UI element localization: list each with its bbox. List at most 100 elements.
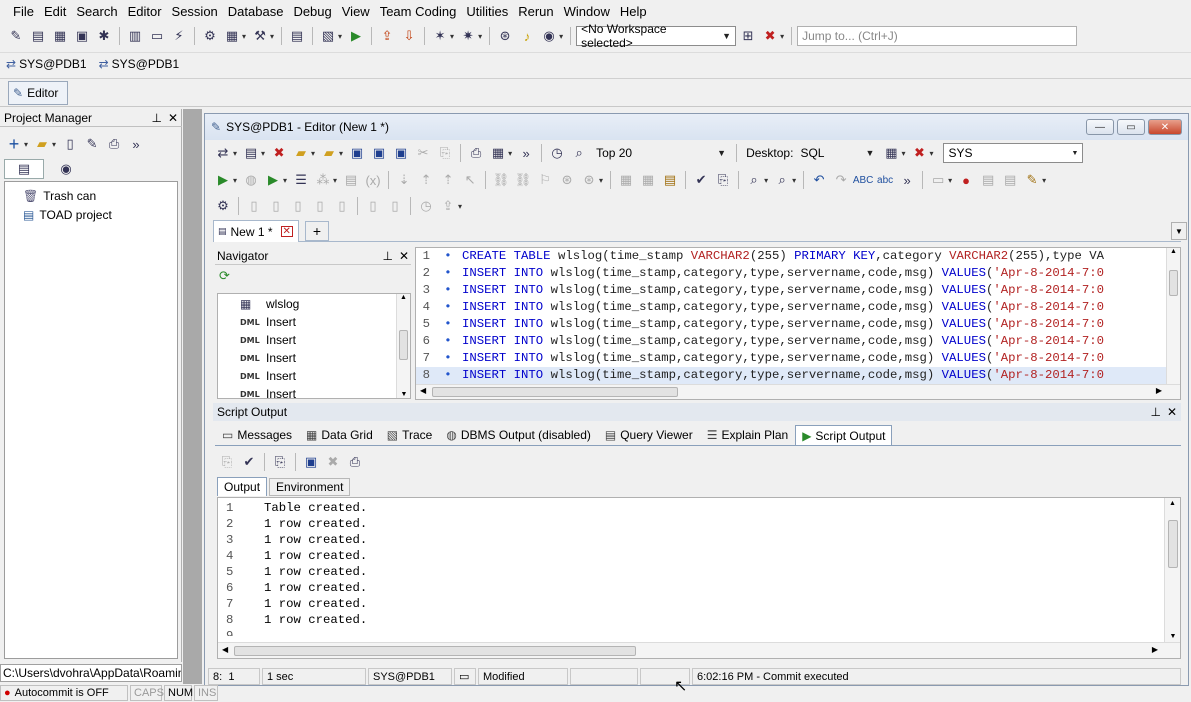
clear-icon[interactable]: ✖ [323,452,343,472]
tree-item-toad-project[interactable]: ▤ TOAD project [5,205,177,224]
tools-icon[interactable]: ⚒ [250,26,270,46]
workspace-save-icon[interactable]: ⊞ [738,26,758,46]
run-icon[interactable]: ▶ [346,26,366,46]
new-tab-button[interactable]: + [305,221,329,241]
close-window-button[interactable]: ✕ [1148,119,1182,135]
history-icon[interactable]: ◷ [547,143,567,163]
panel-splitter[interactable] [183,109,202,684]
editor-window-tab[interactable]: ✎ Editor [8,81,68,105]
subtab-environment[interactable]: Environment [269,478,351,496]
doc-link-icon[interactable]: ▯ [310,196,330,216]
connection-tab[interactable]: ⇄ SYS@PDB1 [6,57,87,71]
edit-icon[interactable]: ✎ [82,134,102,154]
cut-icon[interactable]: ✂ [413,143,433,163]
save-as-icon[interactable]: ▣ [369,143,389,163]
pin-icon[interactable]: ⊥ [151,111,161,125]
menu-window[interactable]: Window [559,4,615,19]
network-icon[interactable]: ⊛ [495,26,515,46]
export-icon[interactable]: ⇪ [377,26,397,46]
execute-statement-icon[interactable]: ▶ [213,170,233,190]
uppercase-icon[interactable]: ABC [853,170,874,190]
window-icon[interactable]: ▭ [147,26,167,46]
editor-vertical-scrollbar[interactable]: ▲ [1166,248,1180,384]
open-folder-icon[interactable]: ▰ [32,134,52,154]
output-tab-explain-plan[interactable]: ☰ Explain Plan [700,425,795,445]
step-into-icon[interactable]: ⇡ [416,170,436,190]
connect-icon[interactable]: ⚙ [200,26,220,46]
report-icon[interactable]: ▤ [287,26,307,46]
format-icon[interactable]: ☰ [291,170,311,190]
menu-edit[interactable]: Edit [39,4,71,19]
settings-icon[interactable]: ⚙ [213,196,233,216]
doc-edit-icon[interactable]: ▯ [332,196,352,216]
doc-merge-icon[interactable]: ▯ [363,196,383,216]
comment-icon[interactable]: ▭ [928,170,948,190]
tab-list-button[interactable]: ▼ [1171,222,1187,240]
print-icon[interactable]: ⎙ [466,143,486,163]
unlink-icon[interactable]: ⛓ [513,170,533,190]
menu-editor[interactable]: Editor [123,4,167,19]
lightning-icon[interactable]: ⚡ [169,26,189,46]
close-tab-icon[interactable]: ✕ [280,226,293,237]
sql-editor[interactable]: 1 • CREATE TABLE wlslog(time_stamp VARCHAR… [415,247,1181,400]
menu-debug[interactable]: Debug [288,4,336,19]
output-tab-trace[interactable]: ▧ Trace [380,425,440,445]
open-recent-icon[interactable]: ▰ [319,143,339,163]
group-off-icon[interactable]: ⊛ [579,170,599,190]
menu-rerun[interactable]: Rerun [513,4,558,19]
output-tab-query-viewer[interactable]: ▤ Query Viewer [598,425,700,445]
project-view-tab-files[interactable]: ▤ [4,159,44,179]
lowercase-icon[interactable]: abc [875,170,895,190]
schema-select[interactable]: SYS ▼ [943,143,1084,163]
close-icon[interactable]: ✕ [1167,405,1177,419]
more-icon[interactable]: » [516,143,536,163]
clipboard-icon[interactable]: ▤ [660,170,680,190]
autocommit-indicator[interactable]: ● Autocommit is OFF [0,685,128,701]
sql-icon[interactable]: ▤ [341,170,361,190]
more-icon[interactable]: » [897,170,917,190]
print-icon[interactable]: ⎙ [104,134,124,154]
execute-script-icon[interactable]: ▶ [263,170,283,190]
output-tab-messages[interactable]: ▭ Messages [215,425,299,445]
doc-split-icon[interactable]: ▯ [385,196,405,216]
maximize-button[interactable]: ▭ [1117,119,1145,135]
record-icon[interactable]: ● [956,170,976,190]
navigator-item[interactable]: DML Insert [218,331,410,349]
macro-icon[interactable]: ▤ [978,170,998,190]
step-over-icon[interactable]: ⇡ [438,170,458,190]
sql-icon[interactable]: ▦ [50,26,70,46]
copy-grid-icon[interactable]: ⎘ [270,452,290,472]
history-icon[interactable]: ◷ [416,196,436,216]
workspace-select[interactable]: <No Workspace selected> ▼ [576,22,737,50]
save-icon[interactable]: ▣ [347,143,367,163]
pin-icon[interactable]: ⊥ [1150,405,1160,419]
project-view-tab-database[interactable]: ◉ [46,159,86,179]
output-horizontal-scrollbar[interactable]: ◀ ▶ [218,642,1180,658]
binoculars-icon[interactable]: ⌕ [744,170,764,190]
desktop-select[interactable]: SQL ▼ [795,143,879,163]
macro-edit-icon[interactable]: ▤ [1000,170,1020,190]
chart-icon[interactable]: ▣ [72,26,92,46]
watch-icon[interactable]: ⚐ [535,170,555,190]
navigator-item[interactable]: DML Insert [218,367,410,385]
top-n-select[interactable]: Top 20 ▼ [591,143,731,163]
step-icon[interactable]: ⇣ [394,170,414,190]
options-icon[interactable]: ▦ [488,143,508,163]
checklist-icon[interactable]: ✔ [239,452,259,472]
jump-to-input[interactable]: Jump to... (Ctrl+J) [797,26,1078,46]
editor-horizontal-scrollbar[interactable]: ◀ ▶ [416,384,1180,399]
copy-icon[interactable]: ⎘ [217,452,237,472]
copy-grid-icon[interactable]: ⎘ [713,170,733,190]
doc-compare-icon[interactable]: ▯ [288,196,308,216]
brackets-icon[interactable]: (x) [363,170,383,190]
import-icon[interactable]: ⇩ [399,26,419,46]
output-vertical-scrollbar[interactable]: ▲ ▼ [1164,498,1180,642]
menu-search[interactable]: Search [71,4,122,19]
redo-icon[interactable]: ↷ [831,170,851,190]
schema-browser-icon[interactable]: ▤ [28,26,48,46]
grid-icon[interactable]: ▥ [125,26,145,46]
pin-icon[interactable]: ⊥ [382,249,392,263]
navigator-scrollbar[interactable]: ▲ ▼ [396,294,410,398]
doc-icon[interactable]: ▯ [244,196,264,216]
compare-remove-icon[interactable]: ✷ [458,26,478,46]
